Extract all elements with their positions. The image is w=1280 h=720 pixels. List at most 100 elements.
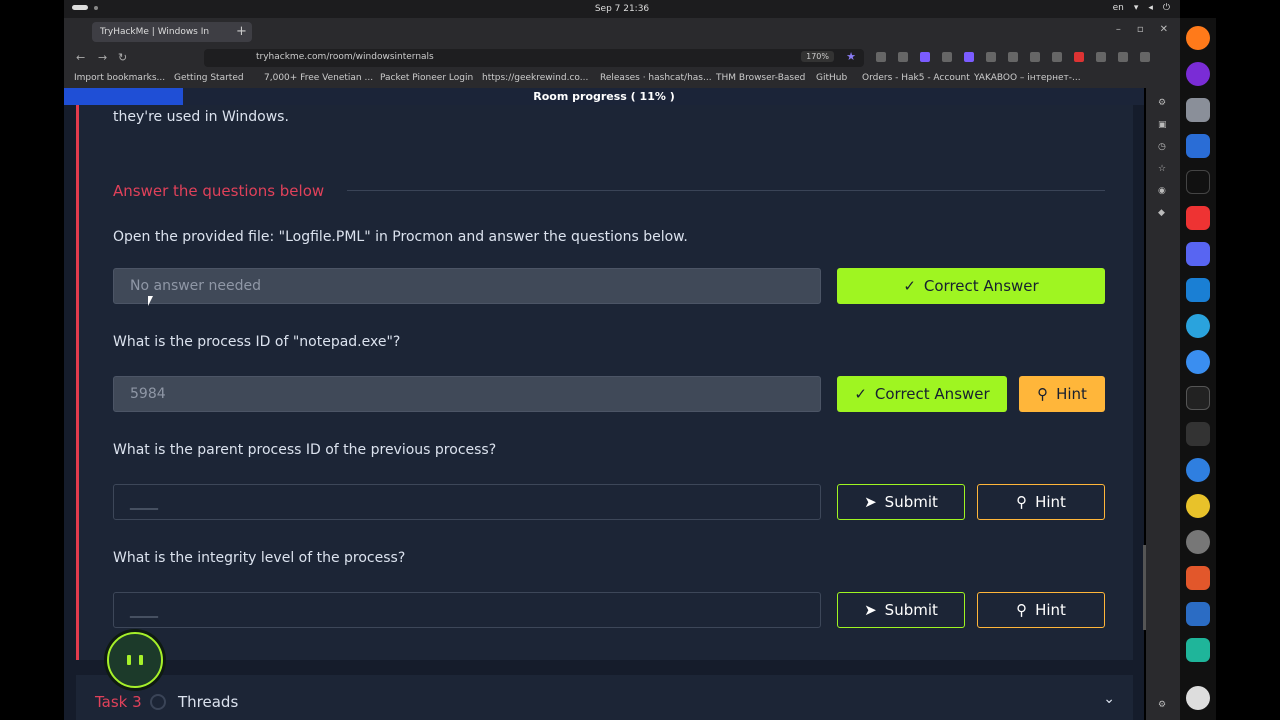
- wireshark-icon[interactable]: [1186, 602, 1210, 626]
- extension-icon[interactable]: [1008, 52, 1018, 62]
- system-clock[interactable]: Sep 7 21:36: [64, 4, 1180, 14]
- firefox-icon[interactable]: [1186, 26, 1210, 50]
- send-icon: ➤: [864, 493, 877, 511]
- submit-label: Submit: [884, 493, 938, 511]
- question-2-answer-field: 5984: [113, 376, 821, 412]
- question-1-correct-button: ✓ Correct Answer: [837, 268, 1105, 304]
- maximize-icon[interactable]: ▫: [1137, 24, 1144, 35]
- check-icon: ✓: [903, 277, 916, 295]
- bookmark-item[interactable]: Packet Pioneer Login: [380, 73, 473, 83]
- hint-label: Hint: [1056, 385, 1087, 403]
- reload-icon[interactable]: ↻: [118, 51, 127, 64]
- help-icon[interactable]: [1186, 350, 1210, 374]
- question-4-text: What is the integrity level of the proce…: [113, 550, 406, 566]
- question-2-hint-button[interactable]: ⚲ Hint: [1019, 376, 1105, 412]
- menu-icon[interactable]: [1140, 52, 1150, 62]
- discord-icon[interactable]: [1186, 242, 1210, 266]
- wifi-icon[interactable]: ▾: [1134, 3, 1139, 13]
- power-icon[interactable]: ⏻: [1163, 3, 1170, 13]
- sidebar-wallet-icon[interactable]: ▣: [1158, 120, 1167, 130]
- bookmark-item[interactable]: Import bookmarks...: [74, 73, 165, 83]
- sidebar-extension-icon[interactable]: ◉: [1158, 186, 1166, 196]
- bookmark-item[interactable]: 7,000+ Free Venetian ...: [264, 73, 373, 83]
- bookmark-item[interactable]: https://geekrewind.co...: [482, 73, 588, 83]
- question-1-text: Open the provided file: "Logfile.PML" in…: [113, 229, 688, 245]
- chevron-down-icon[interactable]: ⌄: [1103, 691, 1115, 707]
- app-store-icon[interactable]: [1186, 566, 1210, 590]
- send-icon: ➤: [864, 601, 877, 619]
- close-icon[interactable]: ✕: [1160, 24, 1168, 35]
- sidebar-bookmarks-icon[interactable]: ☆: [1158, 164, 1166, 174]
- task-status-circle-icon: [150, 694, 166, 710]
- url-field[interactable]: tryhackme.com/room/windowsinternals 170%…: [204, 49, 864, 67]
- volume-icon[interactable]: ◂: [1148, 3, 1153, 13]
- back-icon[interactable]: ←: [76, 51, 85, 64]
- bookmark-item[interactable]: YAKABOO – інтернет-...: [974, 73, 1081, 83]
- language-indicator[interactable]: en: [1113, 3, 1124, 13]
- question-3-answer-input[interactable]: ____: [113, 484, 821, 520]
- thunderbird-icon[interactable]: [1186, 458, 1210, 482]
- extension-icon[interactable]: [964, 52, 974, 62]
- forward-icon[interactable]: →: [98, 51, 107, 64]
- question-3-submit-button[interactable]: ➤ Submit: [837, 484, 965, 520]
- bookmark-item[interactable]: THM Browser-Based: [716, 73, 805, 83]
- sidebar-extension-icon[interactable]: ◆: [1158, 208, 1165, 218]
- extension-icon[interactable]: [1074, 52, 1084, 62]
- show-apps-icon[interactable]: [1186, 686, 1210, 710]
- vscode-icon[interactable]: [1186, 278, 1210, 302]
- lightbulb-icon: ⚲: [1016, 601, 1028, 619]
- tradingview-icon[interactable]: [1186, 170, 1210, 194]
- extension-icon[interactable]: [920, 52, 930, 62]
- app-icon[interactable]: [1186, 206, 1210, 230]
- pause-icon: [139, 655, 143, 665]
- browser-icon[interactable]: [1186, 62, 1210, 86]
- room-content: they're used in Windows. Answer the ques…: [64, 105, 1144, 720]
- bookmark-item[interactable]: GitHub: [816, 73, 847, 83]
- extension-icon[interactable]: [1118, 52, 1128, 62]
- extension-icon[interactable]: [1030, 52, 1040, 62]
- bookmark-item[interactable]: Getting Started: [174, 73, 244, 83]
- sidebar-history-icon[interactable]: ◷: [1158, 142, 1166, 152]
- question-4-answer-input[interactable]: ____: [113, 592, 821, 628]
- task-3-title: Threads: [178, 693, 239, 711]
- sidebar-gear-icon[interactable]: ⚙: [1158, 700, 1166, 710]
- telegram-icon[interactable]: [1186, 314, 1210, 338]
- question-4-submit-button[interactable]: ➤ Submit: [837, 592, 965, 628]
- check-icon: ✓: [854, 385, 867, 403]
- question-4-hint-button[interactable]: ⚲ Hint: [977, 592, 1105, 628]
- bookmark-item[interactable]: Orders - Hak5 - Account: [862, 73, 970, 83]
- hint-label: Hint: [1035, 493, 1066, 511]
- browser-sidebar: ⚙ ▣ ◷ ☆ ◉ ◆ ⚙: [1146, 88, 1180, 720]
- system-tray: en ▾ ◂ ⏻: [1113, 3, 1170, 13]
- task-3-header[interactable]: Task 3 Threads ⌄: [76, 675, 1133, 720]
- extension-icon[interactable]: [942, 52, 952, 62]
- minimize-icon[interactable]: –: [1116, 24, 1121, 35]
- extensions-toolbar: [876, 52, 1150, 62]
- question-3-text: What is the parent process ID of the pre…: [113, 442, 497, 458]
- extension-icon[interactable]: [1052, 52, 1062, 62]
- pause-timer-button[interactable]: [107, 632, 163, 688]
- tab-tryhackme[interactable]: TryHackMe | Windows In: [92, 22, 252, 42]
- submit-label: Submit: [884, 601, 938, 619]
- rhythmbox-icon[interactable]: [1186, 494, 1210, 518]
- question-1-answer-field: No answer needed: [113, 268, 821, 304]
- extension-icon[interactable]: [898, 52, 908, 62]
- clock-icon[interactable]: [1186, 530, 1210, 554]
- new-tab-button[interactable]: +: [236, 24, 247, 39]
- terminal-icon[interactable]: [1186, 386, 1210, 410]
- bookmark-item[interactable]: Releases · hashcat/has...: [600, 73, 712, 83]
- bookmark-star-icon[interactable]: ★: [846, 50, 856, 63]
- room-progress-label: Room progress ( 11% ): [533, 90, 675, 103]
- app-icon[interactable]: [1186, 638, 1210, 662]
- question-2-correct-button: ✓ Correct Answer: [837, 376, 1007, 412]
- zoom-level[interactable]: 170%: [801, 51, 834, 62]
- extension-icon[interactable]: [986, 52, 996, 62]
- files-icon[interactable]: [1186, 98, 1210, 122]
- sidebar-settings-icon[interactable]: ⚙: [1158, 98, 1166, 108]
- extension-icon[interactable]: [876, 52, 886, 62]
- question-3-hint-button[interactable]: ⚲ Hint: [977, 484, 1105, 520]
- docs-icon[interactable]: [1186, 134, 1210, 158]
- app-icon[interactable]: [1186, 422, 1210, 446]
- lightbulb-icon: ⚲: [1037, 385, 1049, 403]
- extension-icon[interactable]: [1096, 52, 1106, 62]
